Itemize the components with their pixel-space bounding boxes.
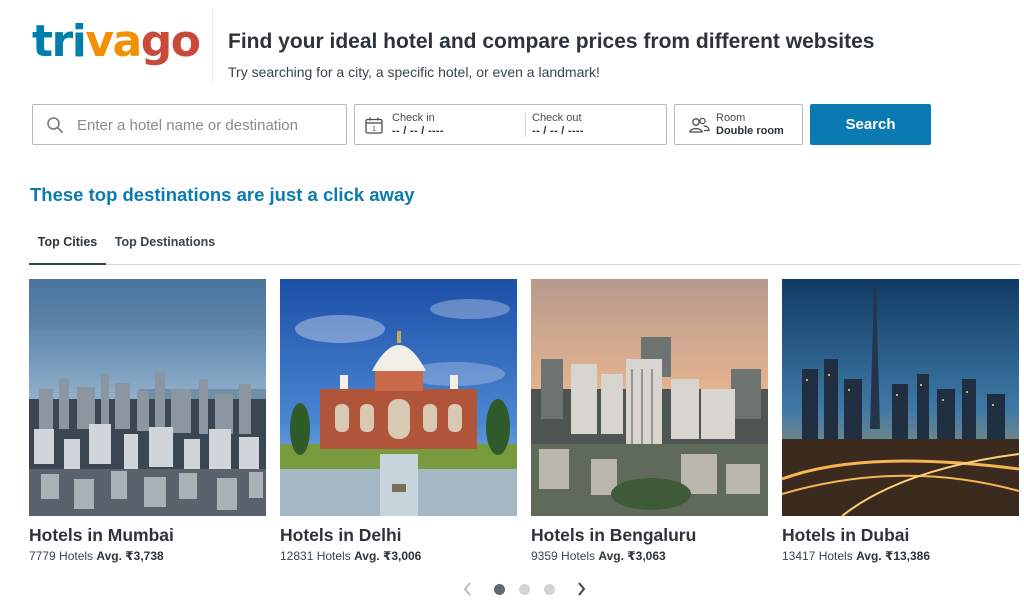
logo-part-3: go [140,16,201,67]
card-meta: 7779 Hotels Avg. ₹3,738 [29,549,164,563]
room-label: Room [716,112,746,124]
page-subheadline: Try searching for a city, a specific hot… [228,64,600,80]
page-headline: Find your ideal hotel and compare prices… [228,30,875,53]
mumbai-skyline-photo[interactable] [29,279,266,516]
destination-search-field[interactable] [32,104,347,145]
tab-top-cities[interactable]: Top Cities [29,225,106,265]
card-title: Hotels in Mumbai [29,525,174,545]
destination-input[interactable] [77,114,337,136]
calendar-icon-day: 1 [372,126,376,133]
destination-card-dubai[interactable]: Hotels in Dubai 13417 Hotels Avg. ₹13,38… [782,279,1019,569]
avg-price: ₹3,006 [382,549,422,563]
card-meta: 12831 Hotels Avg. ₹3,006 [280,549,421,563]
calendar-icon: 1 [365,117,383,134]
check-out-field[interactable]: Check out -- / -- / ---- [532,112,584,138]
card-title: Hotels in Delhi [280,525,402,545]
destination-card-delhi[interactable]: Hotels in Delhi 12831 Hotels Avg. ₹3,006 [280,279,517,569]
search-button[interactable]: Search [810,104,931,145]
trivago-logo[interactable]: trivago [32,12,201,72]
pager-dot-1[interactable] [494,584,505,595]
avg-price: ₹3,063 [627,549,666,563]
chevron-right-icon[interactable] [574,580,588,598]
avg-price: ₹3,738 [125,549,164,563]
avg-label: Avg. [96,549,122,563]
card-title: Hotels in Bengaluru [531,525,697,545]
card-meta: 13417 Hotels Avg. ₹13,386 [782,549,930,563]
header: trivago Find your ideal hotel and compar… [0,0,1024,95]
destination-card-bengaluru[interactable]: Hotels in Bengaluru 9359 Hotels Avg. ₹3,… [531,279,768,569]
logo-part-1: tri [32,16,87,67]
check-in-label: Check in [392,112,435,124]
hotel-count: 12831 Hotels [280,549,351,563]
destination-tabs: Top Cities Top Destinations [29,225,1021,265]
dubai-skyline-photo[interactable] [782,279,1019,516]
avg-label: Avg. [598,549,624,563]
chevron-left-icon[interactable] [461,580,475,598]
hotel-count: 9359 Hotels [531,549,596,563]
logo-part-2: va [85,16,142,67]
destinations-title: These top destinations are just a click … [30,184,415,205]
date-range-field[interactable]: 1 Check in -- / -- / ---- Check out -- /… [354,104,667,145]
destination-card-mumbai[interactable]: Hotels in Mumbai 7779 Hotels Avg. ₹3,738 [29,279,266,569]
avg-price: ₹13,386 [884,549,931,563]
bengaluru-skyline-photo[interactable] [531,279,768,516]
tab-top-destinations[interactable]: Top Destinations [113,225,217,265]
hotel-count: 13417 Hotels [782,549,853,563]
humayuns-tomb-photo[interactable] [280,279,517,516]
check-in-field[interactable]: Check in -- / -- / ---- [392,112,444,138]
hotel-count: 7779 Hotels [29,549,94,563]
pager-dot-3[interactable] [544,584,555,595]
header-divider [212,8,213,82]
room-value: Double room [716,125,784,137]
room-selector[interactable]: Room Double room [674,104,803,145]
check-in-value: -- / -- / ---- [392,125,444,137]
card-title: Hotels in Dubai [782,525,910,545]
date-separator [525,113,526,137]
avg-label: Avg. [856,549,882,563]
check-out-value: -- / -- / ---- [532,125,584,137]
guests-icon [689,117,710,133]
check-out-label: Check out [532,112,582,124]
avg-label: Avg. [354,549,380,563]
search-icon [47,117,63,133]
card-meta: 9359 Hotels Avg. ₹3,063 [531,549,666,563]
pager-dot-2[interactable] [519,584,530,595]
